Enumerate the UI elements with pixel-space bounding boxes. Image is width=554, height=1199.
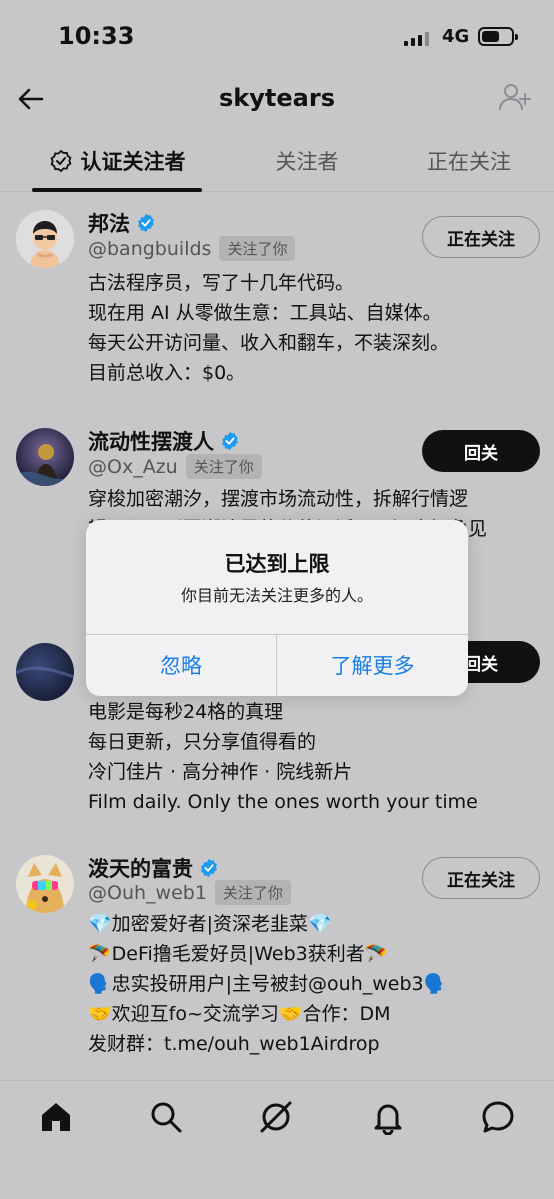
user-bio: 💎加密爱好者|资深老韭菜💎 🪂DeFi撸毛爱好员|Web3获利者🪂 🗣️忠实投研…	[88, 913, 448, 1055]
verified-badge-icon	[138, 213, 154, 233]
add-user-icon[interactable]	[498, 80, 532, 114]
user-handle: @Ox_Azu	[88, 455, 178, 478]
user-name[interactable]: 泼天的富贵	[88, 853, 219, 883]
dialog-message: 你目前无法关注更多的人。	[180, 586, 373, 605]
user-handle: @bangbuilds	[88, 237, 212, 260]
verified-check-icon	[50, 149, 71, 173]
user-bio: 古法程序员，写了十几年代码。 现在用 AI 从零做生意：工具站、自媒体。 每天公…	[88, 272, 450, 384]
follow-back-button[interactable]: 回关	[422, 430, 540, 472]
bell-icon[interactable]	[370, 1099, 406, 1135]
avatar[interactable]	[16, 210, 74, 268]
user-name[interactable]: 邦法	[88, 208, 156, 238]
status-time: 10:33	[58, 22, 135, 50]
status-bar: 10:33 4G	[0, 0, 554, 70]
network-label: 4G	[442, 26, 470, 47]
user-name[interactable]: 流动性摆渡人	[88, 426, 240, 456]
follows-you-badge: 关注了你	[185, 454, 262, 479]
user-bio: 电影是每秒24格的真理 每日更新，只分享值得看的 冷门佳片 · 高分神作 · 院…	[88, 701, 478, 813]
avatar[interactable]	[16, 428, 74, 486]
avatar[interactable]	[16, 855, 74, 913]
follows-you-badge: 关注了你	[219, 236, 296, 261]
following-button[interactable]: 正在关注	[422, 857, 540, 899]
learn-more-button[interactable]: 了解更多	[277, 634, 468, 696]
limit-reached-dialog: 已达到上限 你目前无法关注更多的人。 忽略 了解更多	[86, 520, 468, 696]
search-icon[interactable]	[148, 1099, 184, 1135]
handle-row: @bangbuilds 关注了你	[88, 236, 296, 261]
tab-bar: 认证关注者 关注者 正在关注	[0, 130, 554, 192]
handle-row: @Ouh_web1 关注了你	[88, 880, 291, 905]
header: skytears	[0, 70, 554, 130]
signal-icon	[404, 30, 434, 46]
following-button[interactable]: 正在关注	[422, 216, 540, 258]
avatar[interactable]	[16, 643, 74, 701]
verified-badge-icon	[201, 858, 217, 878]
list-item[interactable]: 邦法 @bangbuilds 关注了你 正在关注 古法程序员，写了十几年代码。 …	[0, 192, 554, 412]
handle-row: @Ox_Azu 关注了你	[88, 454, 262, 479]
bottom-nav	[0, 1080, 554, 1199]
tab-followers[interactable]: 关注者	[222, 130, 392, 192]
user-handle: @Ouh_web1	[88, 881, 207, 904]
messages-icon[interactable]	[480, 1099, 516, 1135]
ignore-button[interactable]: 忽略	[86, 634, 276, 696]
grok-icon[interactable]	[258, 1099, 294, 1135]
tab-following[interactable]: 正在关注	[384, 130, 554, 192]
tab-verified-followers[interactable]: 认证关注者	[32, 130, 202, 192]
dialog-title: 已达到上限	[224, 552, 330, 576]
verified-badge-icon	[222, 431, 238, 451]
follows-you-badge: 关注了你	[214, 880, 291, 905]
tab-followers-label: 关注者	[275, 150, 339, 174]
tab-verified-label: 认证关注者	[80, 150, 186, 174]
list-item[interactable]: 泼天的富贵 @Ouh_web1 关注了你 正在关注 💎加密爱好者|资深老韭菜💎 …	[0, 837, 554, 1080]
home-icon[interactable]	[38, 1099, 74, 1135]
tab-following-label: 正在关注	[427, 150, 511, 174]
page-title: skytears	[219, 84, 335, 112]
battery-icon	[478, 27, 518, 46]
